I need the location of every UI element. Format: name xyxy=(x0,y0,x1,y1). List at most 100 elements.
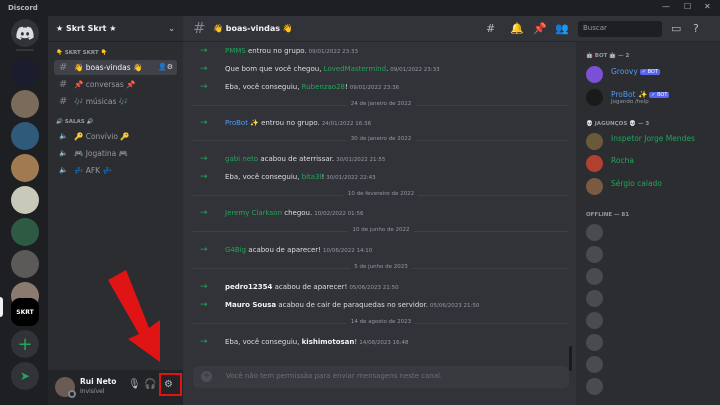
channel-musicas[interactable]: # 🎶 músicas 🎶 xyxy=(54,94,177,109)
server-icon-skrt[interactable]: SKRT xyxy=(11,298,39,326)
server-icon-6[interactable] xyxy=(11,218,39,246)
category-salas[interactable]: 🔊 SALAS 🔊 xyxy=(48,115,183,129)
server-icon-3[interactable] xyxy=(11,122,39,150)
voice-channel-jogatina[interactable]: 🔈 🎮 Jogatina 🎮 xyxy=(54,146,177,161)
join-message: → Que bom que você chegou, LovedMastermin… xyxy=(183,63,569,77)
threads-icon[interactable]: # xyxy=(486,22,495,35)
join-arrow-icon: → xyxy=(200,300,208,310)
member-name: Groovy ✓ BOT xyxy=(611,67,660,76)
timestamp: 09/01/2022 23:36 xyxy=(349,85,400,91)
message-body: chegou. xyxy=(282,209,313,217)
guild-header[interactable]: ★ Skrt Skrt ★ ⌄ xyxy=(48,16,183,42)
avatar xyxy=(586,334,603,351)
timestamp: 10/06/2022 14:10 xyxy=(323,248,373,254)
member-group-offline: OFFLINE — 81 xyxy=(586,212,630,218)
member-inspetor[interactable]: Inspetor Jorge Mendes xyxy=(586,131,716,151)
member-probot[interactable]: ProBot ✨ ✓ BOT Jogando /help xyxy=(586,87,716,107)
chat-area: # 👋 boas-vindas 👋 # 🔔 📌 👥 Buscar ▭ ? → PM… xyxy=(183,16,720,405)
member-rocha[interactable]: Rocha xyxy=(586,153,716,173)
server-icon-1[interactable] xyxy=(11,58,39,86)
timestamp: 05/06/2023 21:50 xyxy=(349,285,399,291)
explore-servers-icon[interactable]: ➤ xyxy=(11,362,39,390)
message-username[interactable]: kishimotosan xyxy=(302,338,355,346)
server-icon-7[interactable] xyxy=(11,250,39,278)
message-username[interactable]: gabi neto xyxy=(225,155,258,163)
minimize-icon[interactable]: — xyxy=(662,2,670,11)
message-composer[interactable]: + Você não tem permissão para enviar men… xyxy=(193,366,569,388)
offline-member[interactable] xyxy=(586,310,716,330)
offline-member[interactable] xyxy=(586,222,716,242)
message-username[interactable]: LovedMastermind xyxy=(324,65,386,73)
voice-channel-afk[interactable]: 🔈 💤 AFK 💤 xyxy=(54,163,177,178)
offline-member[interactable] xyxy=(586,354,716,374)
message-username[interactable]: G4Big xyxy=(225,246,246,254)
search-input[interactable]: Buscar xyxy=(578,21,662,37)
channel-conversas[interactable]: # 📌 conversas 📌 xyxy=(54,77,177,92)
channel-boas-vindas[interactable]: # 👋 boas-vindas 👋 👤⚙ xyxy=(54,60,177,75)
date-divider: 24 de janeiro de 2022 xyxy=(193,100,569,110)
member-name: Sérgio calado xyxy=(611,179,662,188)
member-group-bot: 🤖 BOT 🤖 — 2 xyxy=(586,53,630,59)
members-list-icon[interactable]: 👥 xyxy=(555,22,569,35)
window-title: Discord xyxy=(8,4,38,12)
channel-label: 🔑 Convívio 🔑 xyxy=(74,132,130,141)
discord-home-icon[interactable] xyxy=(11,19,39,47)
close-icon[interactable]: ✕ xyxy=(704,2,711,11)
voice-channel-convivio[interactable]: 🔈 🔑 Convívio 🔑 xyxy=(54,129,177,144)
bell-icon[interactable]: 🔔 xyxy=(510,22,524,35)
message-body: acabou de cair de paraquedas no servidor… xyxy=(276,301,429,309)
join-arrow-icon: → xyxy=(200,46,208,56)
message-username[interactable]: PMMS xyxy=(225,47,246,55)
offline-member[interactable] xyxy=(586,244,716,264)
timestamp: 09/01/2022 23:33 xyxy=(390,67,440,73)
channel-label: 💤 AFK 💤 xyxy=(74,166,112,175)
join-message: → Eba, você conseguiu, kishimotosan! 14/08… xyxy=(183,336,569,350)
highlight-box xyxy=(159,373,182,396)
member-groovy[interactable]: Groovy ✓ BOT xyxy=(586,64,716,84)
divider-label: 10 de fevereiro de 2022 xyxy=(343,191,419,197)
channel-title: 👋 boas-vindas 👋 xyxy=(213,24,293,33)
message-body: acabou de aparecer! xyxy=(272,283,348,291)
message-prefix: Eba, você conseguiu, xyxy=(225,83,302,91)
message-username[interactable]: bita3l xyxy=(302,173,322,181)
offline-member[interactable] xyxy=(586,332,716,352)
offline-member[interactable] xyxy=(586,266,716,286)
divider-label: 14 de agosto de 2023 xyxy=(346,319,416,325)
join-arrow-icon: → xyxy=(200,118,208,128)
message-text: PMMS entrou no grupo. 09/01/2022 23:33 xyxy=(225,47,358,55)
server-icon-5[interactable] xyxy=(11,186,39,214)
message-username[interactable]: Jeremy Clarkson xyxy=(225,209,282,217)
server-icon-4[interactable] xyxy=(11,154,39,182)
help-icon[interactable]: ? xyxy=(693,22,699,35)
maximize-icon[interactable]: ☐ xyxy=(684,2,691,11)
message-username[interactable]: Rubenzao28 xyxy=(302,83,345,91)
scrollbar[interactable] xyxy=(569,346,572,371)
date-divider: 10 de fevereiro de 2022 xyxy=(193,190,569,200)
message-body: entrou no grupo. xyxy=(258,119,320,127)
add-server-icon[interactable]: + xyxy=(11,330,39,358)
message-prefix: Eba, você conseguiu, xyxy=(225,173,302,181)
inbox-icon[interactable]: ▭ xyxy=(671,22,681,35)
message-username[interactable]: Mauro Sousa xyxy=(225,301,276,309)
pin-icon[interactable]: 📌 xyxy=(533,22,547,35)
divider-label: 5 de junho de 2023 xyxy=(350,264,412,270)
message-username[interactable]: ProBot ✨ xyxy=(225,119,259,127)
offline-member[interactable] xyxy=(586,288,716,308)
message-text: ProBot ✨ entrou no grupo. 24/01/2022 16:3… xyxy=(225,119,371,127)
headphones-icon[interactable]: 🎧 xyxy=(144,379,156,390)
join-message: → Jeremy Clarkson chegou. 10/02/2022 01:56 xyxy=(183,207,569,221)
timestamp: 30/01/2022 22:43 xyxy=(326,175,376,181)
member-sergio[interactable]: Sérgio calado xyxy=(586,176,716,196)
offline-member[interactable] xyxy=(586,376,716,396)
avatar xyxy=(586,224,603,241)
message-username[interactable]: pedro12354 xyxy=(225,283,272,291)
message-body: ! xyxy=(321,173,325,181)
plus-icon[interactable]: + xyxy=(201,371,212,382)
selected-server-pill xyxy=(0,297,3,317)
member-activity: Jogando /help xyxy=(611,99,649,105)
microphone-icon[interactable]: 🎙 xyxy=(128,379,141,390)
server-icon-2[interactable] xyxy=(11,90,39,118)
category-skrt[interactable]: 👇 SKRT SKRT 👇 xyxy=(48,46,183,60)
channel-settings-icon[interactable]: 👤⚙ xyxy=(158,60,173,75)
member-name: Rocha xyxy=(611,156,634,165)
